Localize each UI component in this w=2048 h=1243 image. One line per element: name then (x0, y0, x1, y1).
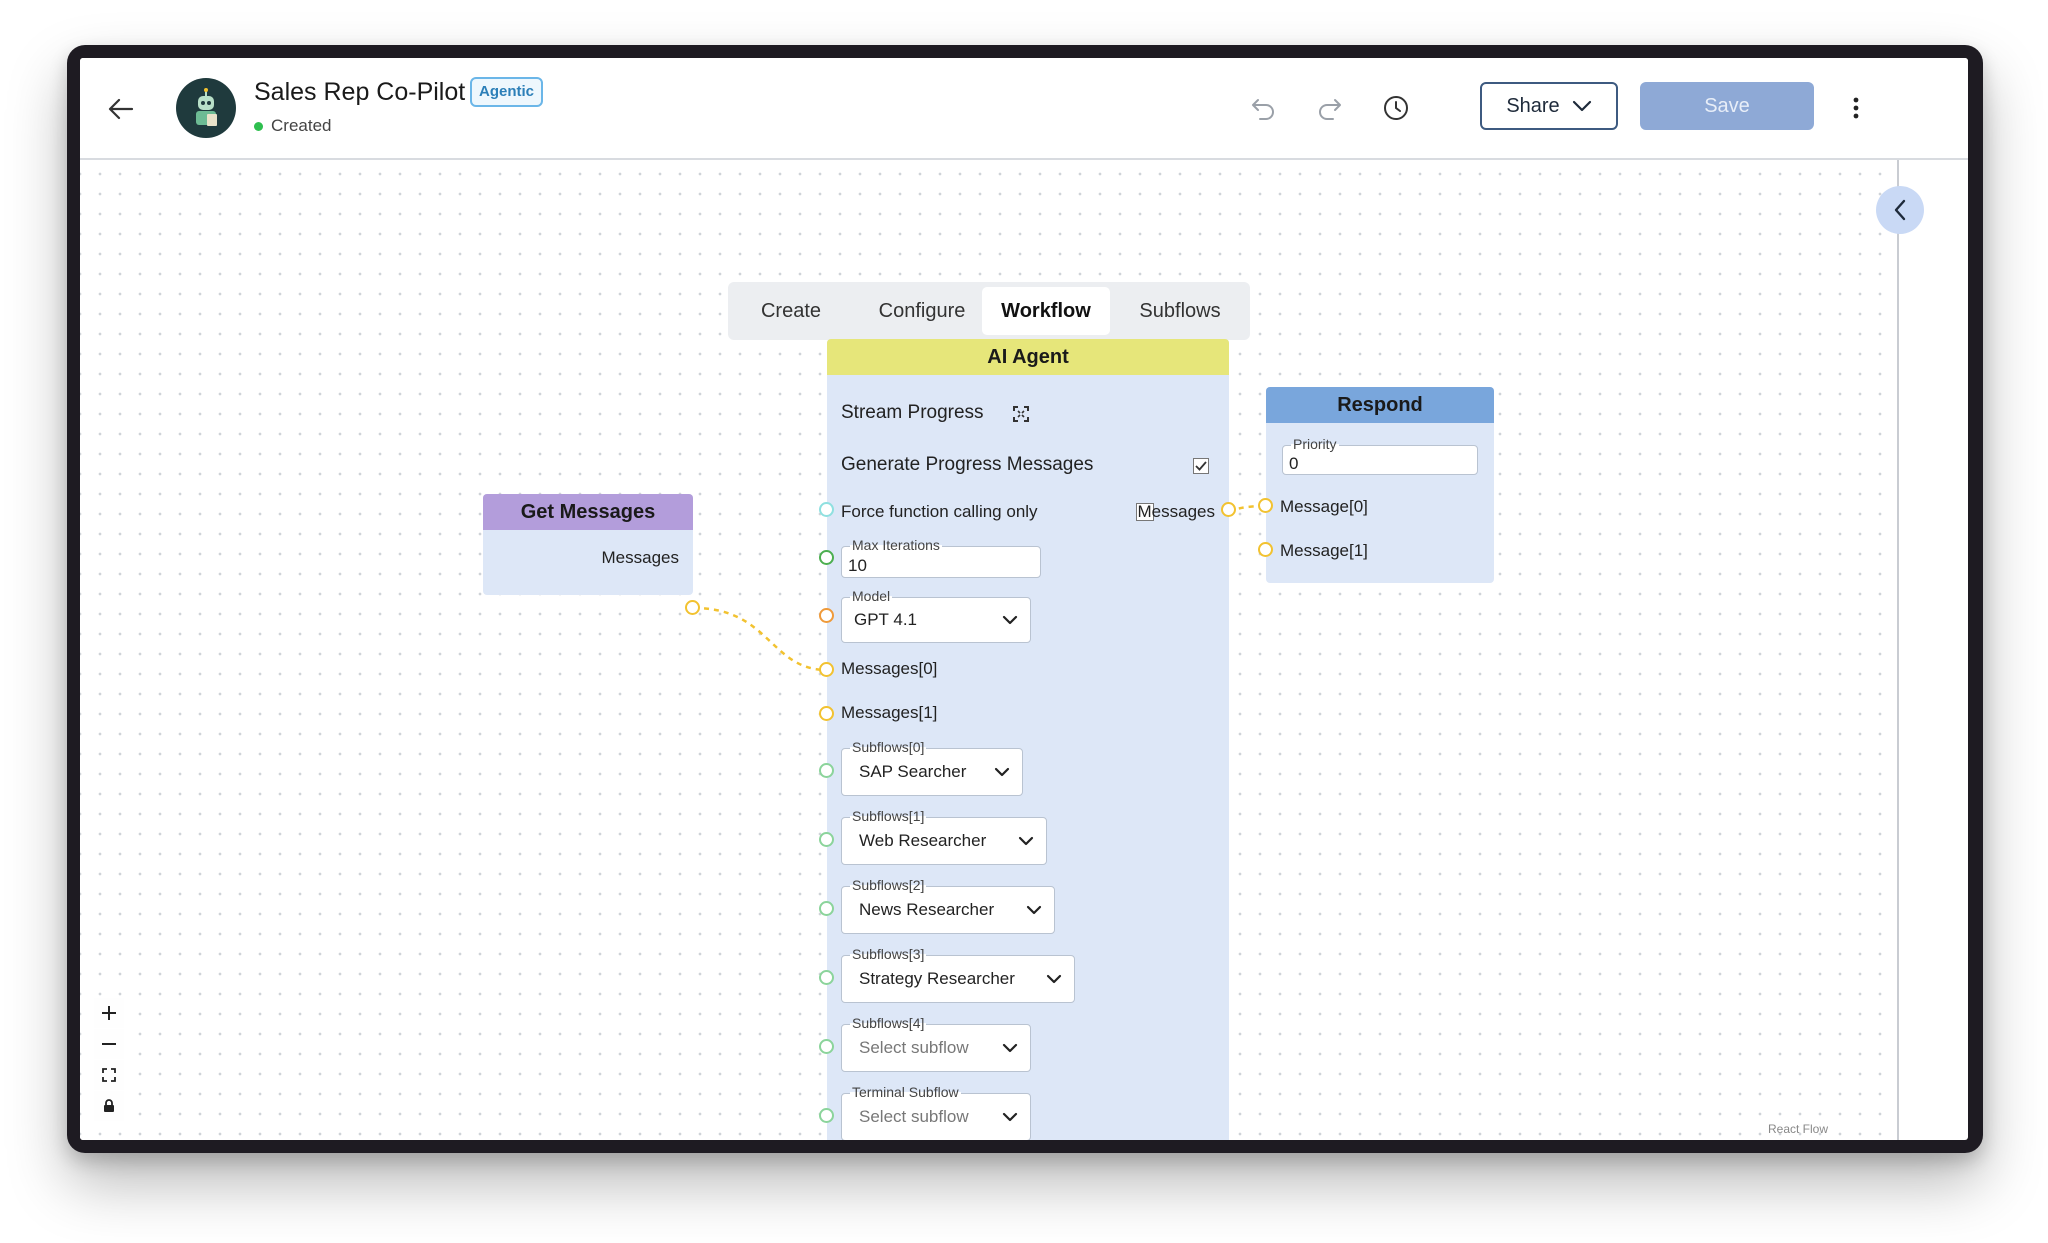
message-input-1-label: Message[1] (1280, 541, 1368, 560)
field-value: 10 (848, 556, 867, 575)
edge-get-messages-to-ai-agent (693, 606, 828, 672)
model-handle[interactable] (819, 608, 834, 623)
chevron-down-icon (1002, 598, 1018, 642)
get-messages-node[interactable]: Get Messages Messages (483, 494, 693, 595)
terminal-subflow-handle[interactable] (819, 1108, 834, 1123)
respond-message-0-handle[interactable] (1258, 498, 1273, 513)
page-title: Sales Rep Co-Pilot (254, 78, 466, 106)
subflow-3-handle[interactable] (819, 970, 834, 985)
chevron-down-icon (1002, 1025, 1018, 1071)
get-messages-output-handle[interactable] (685, 600, 700, 615)
agent-avatar-icon (176, 78, 236, 138)
model-select[interactable]: Model GPT 4.1 (841, 588, 1031, 643)
field-value: News Researcher (859, 900, 995, 919)
chevron-down-icon (1018, 818, 1034, 864)
message-input-0-label: Message[0] (1280, 497, 1368, 516)
chevron-down-icon (1046, 956, 1062, 1002)
more-options-button[interactable] (1836, 88, 1876, 128)
status-indicator: Created (254, 116, 331, 136)
field-value: SAP Searcher (859, 762, 967, 781)
back-arrow-icon (108, 96, 134, 122)
undo-button[interactable] (1243, 88, 1283, 128)
chevron-left-icon (1893, 199, 1907, 221)
field-value: 0 (1289, 454, 1299, 473)
fit-view-button[interactable] (94, 1060, 124, 1090)
generate-progress-checkbox[interactable] (1193, 458, 1209, 474)
more-vertical-icon (1852, 96, 1860, 120)
messages-input-1-label: Messages[1] (841, 703, 938, 722)
field-placeholder: Select subflow (859, 1107, 969, 1126)
expand-icon[interactable] (1012, 405, 1030, 423)
ai-agent-node[interactable]: AI Agent Stream Progress Generate Progre… (827, 339, 1229, 1140)
lock-icon (103, 1099, 115, 1113)
subflow-select-1[interactable]: Subflows[1] Web Researcher (841, 808, 1047, 865)
field-placeholder: Select subflow (859, 1038, 969, 1057)
view-tabs: Create Configure Workflow Subflows (728, 282, 1250, 340)
field-value: GPT 4.1 (854, 610, 917, 629)
app-window: Sales Rep Co-Pilot Agentic Created Share (80, 58, 1968, 1140)
tab-configure[interactable]: Configure (856, 287, 988, 335)
zoom-in-button[interactable] (94, 998, 124, 1028)
field-value: Web Researcher (859, 831, 987, 850)
stream-progress-label: Stream Progress (841, 402, 984, 423)
messages-input-0-label: Messages[0] (841, 659, 938, 678)
subflow-0-handle[interactable] (819, 763, 834, 778)
node-title: Get Messages (483, 494, 693, 530)
priority-field[interactable]: Priority 0 (1282, 436, 1478, 475)
side-panel-border (1897, 160, 1899, 1140)
max-iterations-handle[interactable] (819, 550, 834, 565)
tab-subflows[interactable]: Subflows (1118, 287, 1242, 335)
lock-button[interactable] (94, 1091, 124, 1121)
max-iterations-field[interactable]: Max Iterations 10 (841, 537, 1041, 578)
react-flow-attribution[interactable]: React Flow (1768, 1122, 1828, 1136)
zoom-in-icon (101, 1005, 117, 1021)
subflow-2-handle[interactable] (819, 901, 834, 916)
subflow-4-handle[interactable] (819, 1039, 834, 1054)
field-value: Strategy Researcher (859, 969, 1015, 988)
chevron-down-icon (1572, 100, 1592, 112)
respond-message-1-handle[interactable] (1258, 542, 1273, 557)
subflow-select-0[interactable]: Subflows[0] SAP Searcher (841, 739, 1023, 796)
subflow-select-2[interactable]: Subflows[2] News Researcher (841, 877, 1055, 934)
terminal-subflow-select[interactable]: Terminal Subflow Select subflow (841, 1084, 1031, 1140)
force-function-label: Force function calling only (841, 502, 1038, 521)
tab-workflow[interactable]: Workflow (982, 287, 1110, 335)
fit-view-icon (102, 1068, 116, 1082)
messages-1-handle[interactable] (819, 706, 834, 721)
subflow-1-handle[interactable] (819, 832, 834, 847)
subflow-select-4[interactable]: Subflows[4] Select subflow (841, 1015, 1031, 1072)
messages-0-handle[interactable] (819, 662, 834, 677)
history-button[interactable] (1376, 88, 1416, 128)
workflow-canvas[interactable]: Create Configure Workflow Subflows Get M… (80, 160, 1897, 1140)
chevron-down-icon (1026, 887, 1042, 933)
agentic-badge: Agentic (470, 77, 544, 107)
save-button[interactable]: Save (1640, 82, 1814, 130)
chevron-down-icon (994, 749, 1010, 795)
output-label: Messages (1137, 502, 1215, 521)
redo-icon (1316, 94, 1344, 122)
force-function-handle[interactable] (819, 502, 834, 517)
ai-agent-output-handle[interactable] (1221, 502, 1236, 517)
subflow-select-3[interactable]: Subflows[3] Strategy Researcher (841, 946, 1075, 1003)
respond-node[interactable]: Respond Priority 0 Message[0] Message[1] (1266, 387, 1494, 583)
share-label: Share (1506, 94, 1560, 117)
top-bar: Sales Rep Co-Pilot Agentic Created Share (80, 58, 1968, 160)
status-dot-icon (254, 121, 263, 131)
back-button[interactable] (100, 88, 142, 130)
zoom-out-icon (101, 1036, 117, 1052)
zoom-out-button[interactable] (94, 1029, 124, 1059)
side-panel-toggle-button[interactable] (1876, 186, 1924, 234)
tab-create[interactable]: Create (739, 287, 843, 335)
chevron-down-icon (1002, 1094, 1018, 1140)
undo-icon (1249, 94, 1277, 122)
share-button[interactable]: Share (1480, 82, 1618, 130)
node-title: AI Agent (827, 339, 1229, 375)
history-clock-icon (1382, 94, 1410, 122)
node-title: Respond (1266, 387, 1494, 423)
generate-progress-label: Generate Progress Messages (841, 454, 1094, 475)
redo-button[interactable] (1310, 88, 1350, 128)
status-text: Created (271, 116, 332, 135)
output-label: Messages (601, 548, 679, 567)
